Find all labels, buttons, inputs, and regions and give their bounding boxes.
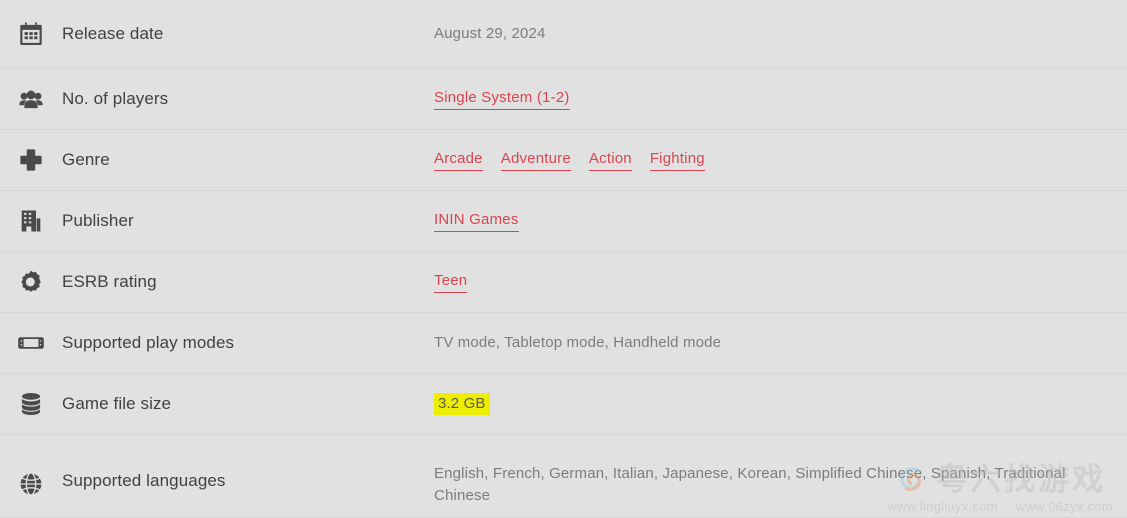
players-link-list: Single System (1-2): [434, 89, 570, 110]
spec-label-cell: Genre: [62, 130, 434, 190]
spec-label-cell: Release date: [62, 0, 434, 68]
spec-label-genre: Genre: [62, 149, 110, 169]
spec-label-publisher: Publisher: [62, 210, 134, 230]
dpad-icon: [0, 130, 62, 190]
spec-value-cell: August 29, 2024: [434, 0, 1127, 68]
spec-label-esrb-rating: ESRB rating: [62, 271, 157, 291]
release-date-value: August 29, 2024: [434, 25, 546, 43]
spec-label-cell: ESRB rating: [62, 252, 434, 312]
spec-label-cell: Game file size: [62, 374, 434, 434]
game-specifications-table: Release date August 29, 2024 No. of play…: [0, 0, 1127, 518]
spec-value-cell: TV mode, Tabletop mode, Handheld mode: [434, 313, 1127, 373]
building-icon: [0, 191, 62, 251]
genre-link-fighting[interactable]: Fighting: [649, 150, 705, 171]
supported-languages-value: English, French, German, Italian, Japane…: [434, 465, 1066, 504]
spec-value-cell: 3.2 GB: [434, 374, 1127, 434]
spec-label-game-file-size: Game file size: [62, 393, 172, 413]
spec-value-cell: Arcade Adventure Action Fighting: [434, 130, 1127, 190]
spec-row-publisher: Publisher ININ Games: [0, 191, 1127, 252]
spec-label-cell: No. of players: [62, 69, 434, 129]
gear-icon: [0, 252, 62, 312]
spec-label-release-date: Release date: [62, 23, 164, 43]
spec-label-cell: Supported languages: [62, 435, 434, 517]
spec-value-cell: Teen: [434, 252, 1127, 312]
esrb-link-teen[interactable]: Teen: [434, 272, 468, 293]
spec-row-supported-play-modes: Supported play modes TV mode, Tabletop m…: [0, 313, 1127, 374]
spec-row-esrb-rating: ESRB rating Teen: [0, 252, 1127, 313]
genre-link-arcade[interactable]: Arcade: [434, 150, 483, 171]
calendar-icon: [0, 0, 62, 68]
spec-row-release-date: Release date August 29, 2024: [0, 0, 1127, 69]
spec-label-supported-play-modes: Supported play modes: [62, 332, 235, 352]
database-icon: [0, 374, 62, 434]
spec-value-cell: English, French, German, Italian, Japane…: [434, 435, 1127, 517]
esrb-link-list: Teen: [434, 272, 468, 293]
spec-row-supported-languages: Supported languages English, French, Ger…: [0, 435, 1127, 518]
spec-label-no-of-players: No. of players: [62, 88, 169, 108]
players-link-single-system[interactable]: Single System (1-2): [434, 89, 570, 110]
spec-row-game-file-size: Game file size 3.2 GB: [0, 374, 1127, 435]
spec-label-cell: Publisher: [62, 191, 434, 251]
publisher-link-inin-games[interactable]: ININ Games: [434, 211, 519, 232]
players-icon: [0, 69, 62, 129]
genre-link-adventure[interactable]: Adventure: [500, 150, 571, 171]
supported-play-modes-value: TV mode, Tabletop mode, Handheld mode: [434, 334, 722, 352]
spec-row-no-of-players: No. of players Single System (1-2): [0, 69, 1127, 130]
game-file-size-value: 3.2 GB: [434, 393, 490, 415]
spec-value-cell: Single System (1-2): [434, 69, 1127, 129]
spec-label-cell: Supported play modes: [62, 313, 434, 373]
globe-icon: [0, 435, 62, 517]
genre-link-action[interactable]: Action: [588, 150, 632, 171]
publisher-link-list: ININ Games: [434, 211, 519, 232]
spec-row-genre: Genre Arcade Adventure Action Fighting: [0, 130, 1127, 191]
spec-value-cell: ININ Games: [434, 191, 1127, 251]
spec-label-supported-languages: Supported languages: [62, 471, 226, 490]
handheld-console-icon: [0, 313, 62, 373]
genre-link-list: Arcade Adventure Action Fighting: [434, 150, 705, 171]
